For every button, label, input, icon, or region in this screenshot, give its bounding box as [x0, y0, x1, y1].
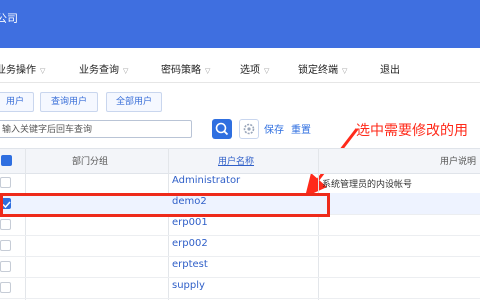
gear-icon	[243, 123, 255, 135]
menu-item-lock-terminal[interactable]: 锁定终端 ▽	[298, 64, 347, 78]
chevron-down-icon: ▽	[264, 67, 270, 75]
row-checkbox[interactable]	[0, 219, 11, 230]
search-icon	[215, 122, 229, 136]
select-all-checkbox[interactable]	[1, 155, 12, 166]
table-row[interactable]: supply	[0, 277, 480, 299]
table-header: 部门分组 用户名称 用户说明	[0, 148, 480, 174]
menu-item-options[interactable]: 选项 ▽	[240, 64, 269, 78]
menu-item-password-policy[interactable]: 密码策略 ▽	[161, 64, 210, 78]
row-checkbox[interactable]	[0, 240, 11, 251]
header-department: 部门分组	[72, 157, 109, 167]
header-username[interactable]: 用户名称	[218, 154, 254, 167]
menu-bar: 业务操作 ▽ 业务查询 ▽ 密码策略 ▽ 选项 ▽ 锁定终端 ▽ 退出	[0, 60, 480, 83]
settings-button[interactable]	[239, 119, 259, 139]
username-cell[interactable]: erp002	[172, 238, 208, 249]
menu-item-exit[interactable]: 退出	[380, 64, 400, 78]
menu-item-business-query[interactable]: 业务查询 ▽	[79, 64, 128, 78]
menu-item-business-ops[interactable]: 业务操作 ▽	[0, 64, 45, 78]
username-cell[interactable]: erp001	[172, 217, 208, 228]
table-row[interactable]: erp001	[0, 214, 480, 236]
chevron-down-icon: ▽	[123, 67, 129, 75]
chevron-down-icon: ▽	[342, 67, 348, 75]
app-header: 公司	[0, 0, 480, 48]
user-button[interactable]: 用户	[0, 92, 34, 112]
username-cell[interactable]: erptest	[172, 259, 208, 270]
search-input[interactable]: 输入关键字后回车查询	[0, 120, 192, 138]
table-row[interactable]: Administrator 系统管理员的内设帐号	[0, 172, 480, 194]
annotation-callout: 选中需要修改的用	[356, 123, 468, 139]
query-users-button[interactable]: 查询用户	[40, 92, 98, 112]
all-users-button[interactable]: 全部用户	[106, 92, 162, 112]
table-row[interactable]: erp002	[0, 235, 480, 257]
table-row[interactable]: erptest	[0, 256, 480, 278]
app-title: 公司	[0, 12, 18, 25]
save-button[interactable]: 保存	[264, 121, 284, 136]
header-description: 用户说明	[440, 157, 477, 167]
row-checkbox[interactable]	[0, 282, 11, 293]
chevron-down-icon: ▽	[40, 67, 46, 75]
username-cell[interactable]: supply	[172, 280, 205, 291]
username-cell[interactable]: Administrator	[172, 175, 240, 186]
selection-highlight-box	[0, 193, 330, 217]
row-checkbox[interactable]	[0, 177, 11, 188]
description-cell: 系统管理员的内设帐号	[322, 180, 413, 190]
search-button[interactable]	[212, 119, 232, 139]
user-table: 部门分组 用户名称 用户说明 Administrator 系统管理员的内设帐号 …	[0, 148, 480, 300]
chevron-down-icon: ▽	[205, 67, 211, 75]
row-checkbox[interactable]	[0, 261, 11, 272]
